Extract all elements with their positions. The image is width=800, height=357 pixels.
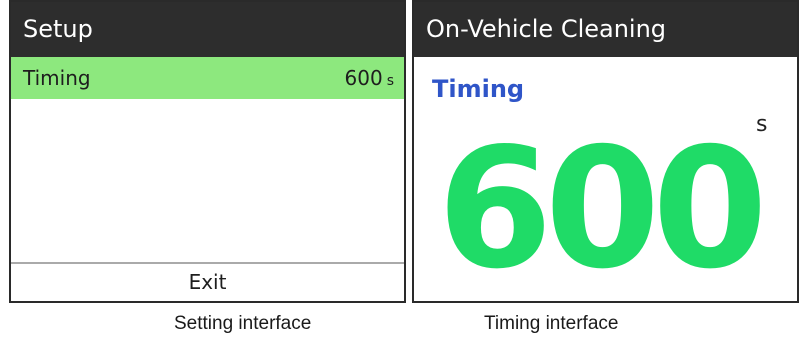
setup-caption: Setting interface bbox=[174, 313, 312, 334]
setup-screen: Setup Timing 600 s Exit bbox=[9, 0, 406, 303]
menu-item-number: 600 bbox=[344, 66, 383, 90]
menu-item-value: 600 s bbox=[345, 57, 394, 102]
menu-item-unit: s bbox=[386, 73, 394, 89]
exit-button[interactable]: Exit bbox=[11, 262, 404, 301]
setup-title: Setup bbox=[11, 2, 404, 57]
timing-label: Timing bbox=[432, 75, 525, 103]
menu-item-label: Timing bbox=[23, 66, 91, 90]
timing-title: On-Vehicle Cleaning bbox=[414, 2, 797, 57]
menu-item-timing[interactable]: Timing 600 s bbox=[11, 57, 404, 99]
timing-screen: On-Vehicle Cleaning Timing s 600 bbox=[412, 0, 799, 303]
timing-value: 600 bbox=[437, 113, 768, 303]
timing-caption: Timing interface bbox=[484, 313, 619, 334]
page: Setup Timing 600 s Exit On-Vehicle Cleani… bbox=[0, 0, 800, 357]
